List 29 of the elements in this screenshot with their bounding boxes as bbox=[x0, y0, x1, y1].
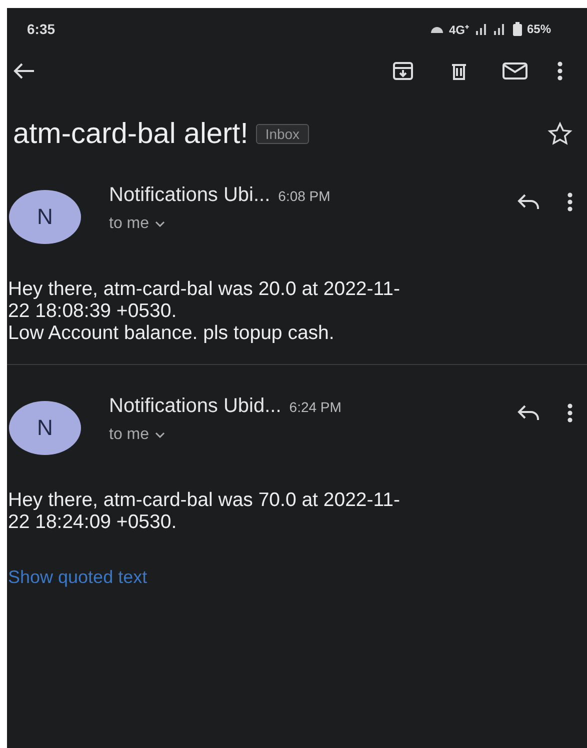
show-quoted-link[interactable]: Show quoted text bbox=[8, 567, 148, 588]
archive-icon[interactable] bbox=[392, 61, 414, 81]
back-button[interactable] bbox=[13, 62, 35, 80]
sender-name: Notifications Ubid... bbox=[109, 395, 282, 418]
more-button[interactable] bbox=[557, 61, 563, 81]
inbox-label[interactable]: Inbox bbox=[256, 124, 309, 144]
more-button[interactable] bbox=[567, 403, 573, 423]
sender-avatar: N bbox=[9, 401, 81, 455]
sender-avatar: N bbox=[9, 190, 81, 244]
envelope-icon[interactable] bbox=[502, 62, 528, 80]
recipient-text: to me bbox=[109, 215, 150, 233]
status-time: 6:35 bbox=[27, 21, 56, 37]
chevron-down-icon[interactable] bbox=[155, 221, 166, 227]
more-button[interactable] bbox=[567, 192, 573, 212]
email-subject: atm-card-bal alert! bbox=[13, 118, 248, 150]
chevron-down-icon[interactable] bbox=[155, 432, 166, 438]
sender-name: Notifications Ubi... bbox=[109, 184, 270, 207]
battery-level: 65% bbox=[526, 22, 551, 36]
reply-button[interactable] bbox=[517, 404, 541, 422]
message-body: Hey there, atm-card-bal was 20.0 at 2022-11- 22 18:08:39 +0530. Low Account balance. pls topup cash. bbox=[7, 277, 401, 344]
star-button[interactable] bbox=[547, 121, 573, 147]
battery-icon bbox=[512, 22, 522, 36]
reply-button[interactable] bbox=[517, 193, 541, 211]
trash-icon[interactable] bbox=[449, 61, 469, 81]
message-body: Hey there, atm-card-bal was 70.0 at 2022-11- 22 18:24:09 +0530. bbox=[7, 488, 401, 533]
message-time: 6:08 PM bbox=[278, 188, 330, 204]
network-type: 4G⁺ bbox=[448, 22, 469, 38]
message-time: 6:24 PM bbox=[289, 399, 342, 415]
recipient-text: to me bbox=[109, 426, 150, 444]
